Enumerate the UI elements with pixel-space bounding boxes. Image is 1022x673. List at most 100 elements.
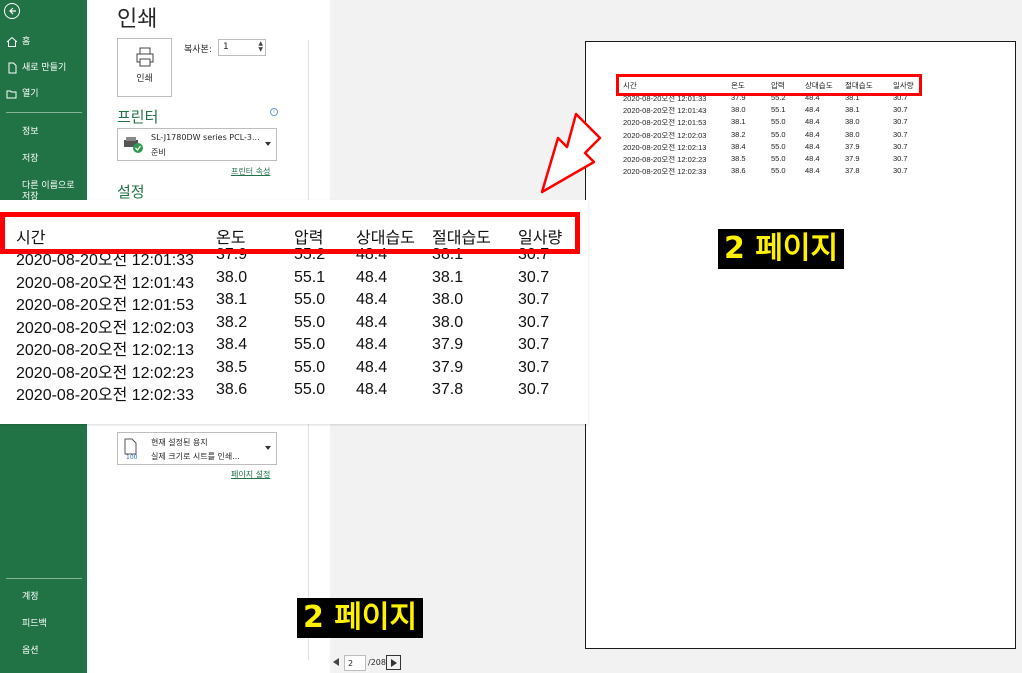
table-cell: 38.0 — [845, 117, 860, 127]
preview-page: 시간 온도 압력 상대습도 절대습도 일사량 2020-08-20오전 12:01:33 37… — [585, 41, 1016, 649]
total-pages: /208 — [368, 658, 386, 667]
table-cell: 38.6 — [731, 166, 746, 176]
printer-properties-link[interactable]: 프린터 속성 — [231, 166, 270, 177]
table-cell: 48.4 — [356, 268, 388, 286]
sidebar-divider — [6, 112, 82, 113]
table-cell: 30.7 — [518, 336, 550, 353]
table-cell: 2020-08-20오전 12:01:53 — [16, 297, 195, 314]
copies-spinner-icon[interactable]: ▲ ▼ — [258, 41, 263, 53]
sidebar-item-info[interactable]: 정보 — [22, 127, 39, 138]
print-button-label: 인쇄 — [136, 74, 153, 84]
table-cell: 37.9 — [432, 358, 464, 376]
table-cell: 55.0 — [771, 141, 786, 151]
new-document-icon — [8, 62, 17, 74]
sidebar-divider — [6, 578, 82, 579]
table-cell: 55.0 — [771, 117, 786, 127]
sidebar-item-label: 열기 — [22, 89, 39, 99]
table-cell: 30.7 — [893, 129, 908, 139]
table-cell: 48.4 — [356, 336, 388, 353]
table-cell: 48.4 — [805, 166, 820, 176]
printer-select[interactable]: SL-J1780DW series PCL-3... 준비 — [117, 128, 277, 161]
svg-text:100: 100 — [126, 454, 138, 460]
scaling-select[interactable]: 100 현재 설정된 용지 실제 크기로 시트를 인쇄... — [117, 432, 277, 465]
table-cell: 38.0 — [432, 291, 464, 308]
table-cell: 2020-08-20오전 12:02:03 — [16, 319, 195, 337]
table-cell: 38.2 — [731, 129, 746, 139]
table-cell: 38.0 — [216, 268, 248, 286]
back-arrow-icon[interactable] — [4, 3, 20, 19]
table-cell: 38.5 — [731, 154, 746, 163]
table-cell: 48.4 — [356, 358, 388, 376]
table-cell: 55.0 — [294, 358, 326, 376]
sidebar-item-account[interactable]: 계정 — [22, 592, 39, 603]
chevron-down-icon — [265, 142, 271, 146]
table-cell: 48.4 — [356, 381, 388, 398]
printer-heading: 프린터 — [117, 108, 159, 126]
copies-input[interactable]: 1 ▲ ▼ — [218, 39, 266, 56]
page-title: 인쇄 — [117, 7, 158, 32]
table-cell: 38.0 — [731, 105, 746, 115]
table-cell: 30.7 — [518, 291, 550, 308]
printer-name: SL-J1780DW series PCL-3... — [151, 133, 260, 142]
page-label-bottom: 2 페이지 — [297, 598, 424, 638]
sidebar-item-options[interactable]: 옵션 — [22, 646, 39, 657]
sidebar-item-label: 홈 — [22, 37, 31, 47]
table-cell: 2020-08-20오전 12:02:33 — [623, 167, 707, 177]
table-cell: 30.7 — [893, 154, 908, 163]
table-cell: 48.4 — [805, 105, 820, 115]
sidebar-item-save[interactable]: 저장 — [22, 154, 39, 165]
table-cell: 38.4 — [216, 336, 248, 353]
table-cell: 55.1 — [294, 268, 326, 286]
table-cell: 55.0 — [294, 291, 326, 308]
table-cell: 48.4 — [805, 141, 820, 151]
copies-label: 복사본: — [184, 45, 212, 55]
annotation-arrow-icon — [540, 112, 602, 194]
table-cell: 55.0 — [771, 129, 786, 139]
print-button[interactable]: 인쇄 — [117, 38, 172, 97]
table-cell: 30.7 — [518, 381, 550, 398]
info-icon[interactable]: i — [270, 108, 278, 116]
table-cell: 48.4 — [356, 291, 388, 308]
table-cell: 48.4 — [356, 313, 388, 331]
scaling-line2: 실제 크기로 시트를 인쇄... — [151, 452, 240, 461]
table-cell: 55.0 — [771, 166, 786, 176]
copies-value: 1 — [223, 42, 229, 52]
table-cell: 48.4 — [805, 154, 820, 163]
table-cell: 2020-08-20오전 12:02:33 — [16, 387, 195, 404]
table-cell: 38.5 — [216, 358, 248, 376]
table-cell: 48.4 — [805, 129, 820, 139]
printer-ready-icon — [124, 137, 143, 153]
chevron-down-icon — [265, 446, 271, 450]
printer-status: 준비 — [151, 148, 166, 157]
table-cell: 37.8 — [845, 166, 860, 176]
next-page-icon[interactable] — [386, 655, 401, 670]
table-cell: 30.7 — [518, 268, 550, 286]
table-cell: 38.0 — [845, 129, 860, 139]
sidebar-item-feedback[interactable]: 피드백 — [22, 619, 47, 630]
page-setup-link[interactable]: 페이지 설정 — [231, 469, 270, 480]
table-cell: 48.4 — [805, 117, 820, 127]
folder-icon — [6, 90, 17, 99]
home-icon — [6, 36, 18, 47]
previous-page-icon[interactable] — [333, 658, 339, 666]
sidebar-item-label: 새로 만들기 — [22, 63, 67, 73]
table-cell: 37.9 — [432, 336, 464, 353]
table-cell: 55.0 — [294, 381, 326, 398]
table-cell: 30.7 — [518, 358, 550, 376]
table-cell: 2020-08-20오전 12:02:23 — [623, 155, 707, 164]
page-scaling-icon: 100 — [124, 438, 138, 460]
scaling-line1: 현재 설정된 용지 — [151, 438, 208, 447]
table-cell: 38.0 — [432, 313, 464, 331]
table-cell: 37.8 — [432, 381, 464, 398]
table-cell: 2020-08-20오전 12:02:13 — [16, 342, 195, 359]
table-cell: 30.7 — [893, 141, 908, 151]
table-cell: 2020-08-20오전 12:01:43 — [623, 106, 707, 116]
page-label-right: 2 페이지 — [718, 229, 845, 269]
table-cell: 55.0 — [771, 154, 786, 163]
page-number-value: 2 — [348, 659, 354, 668]
table-cell: 2020-08-20오전 12:01:53 — [623, 118, 707, 128]
table-cell: 55.1 — [771, 105, 786, 115]
page-number-input[interactable]: 2 — [344, 655, 366, 671]
settings-heading: 설정 — [117, 183, 145, 201]
table-cell: 2020-08-20오전 12:02:23 — [16, 364, 195, 382]
